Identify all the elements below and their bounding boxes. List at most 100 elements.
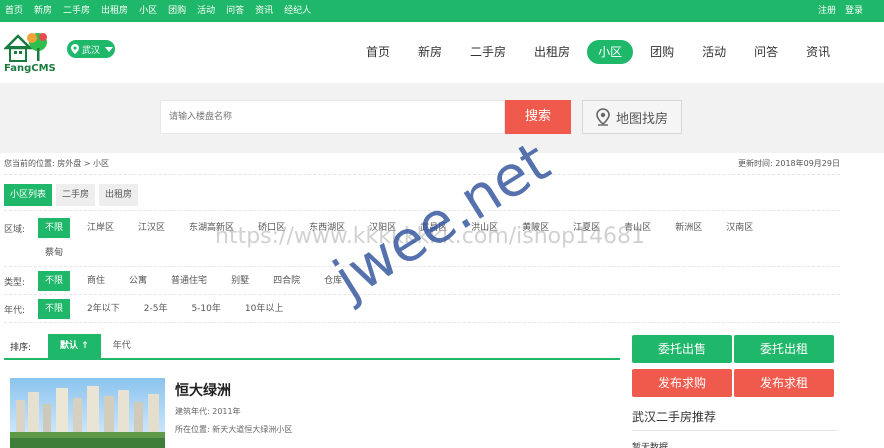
type-option[interactable]: 普通住宅 <box>164 271 214 291</box>
post-buy-request-button[interactable]: 发布求购 <box>632 369 732 397</box>
sort-bar: 排序: 默认 ↑ 年代 <box>4 334 620 360</box>
district-option[interactable]: 江岸区 <box>80 218 121 238</box>
breadcrumb: 您当前的位置: 房外盘 > 小区 <box>4 159 110 168</box>
top-link-qa[interactable]: 问答 <box>226 0 244 22</box>
site-header: FangCMS 武汉 首页 新房 二手房 出租房 小区 团购 活动 问答 资讯 <box>0 22 884 83</box>
tab-rental[interactable]: 出租房 <box>99 184 139 206</box>
district-option[interactable]: 青山区 <box>617 218 658 238</box>
chevron-down-icon <box>105 46 114 52</box>
community-photo-image <box>10 378 165 448</box>
community-built-year: 建筑年代: 2011年 <box>175 407 241 416</box>
type-option[interactable]: 别墅 <box>224 271 256 291</box>
recommend-empty: 暂无数据 <box>632 443 669 448</box>
login-link[interactable]: 登录 <box>845 0 863 22</box>
top-link-new-house[interactable]: 新房 <box>34 0 52 22</box>
tab-second-hand[interactable]: 二手房 <box>56 184 96 206</box>
top-link-agents[interactable]: 经纪人 <box>284 0 311 22</box>
tab-community-list[interactable]: 小区列表 <box>4 184 53 206</box>
listing-tabs: 小区列表 二手房 出租房 <box>4 184 139 206</box>
nav-rental[interactable]: 出租房 <box>523 40 581 64</box>
type-label: 类型: <box>4 277 26 288</box>
entrust-rent-button[interactable]: 委托出租 <box>734 335 834 363</box>
sort-default[interactable]: 默认 ↑ <box>48 334 101 359</box>
age-label: 年代: <box>4 305 26 316</box>
map-pin-icon <box>596 108 610 126</box>
house-tree-logo-icon <box>2 33 47 62</box>
nav-news[interactable]: 资讯 <box>795 40 841 64</box>
map-search-button[interactable]: 地图找房 <box>582 100 682 134</box>
age-option[interactable]: 2年以下 <box>80 299 127 319</box>
location-pin-icon <box>71 44 79 54</box>
recommend-title: 武汉二手房推荐 <box>632 408 838 431</box>
district-option[interactable]: 江夏区 <box>566 218 607 238</box>
community-title[interactable]: 恒大绿洲 <box>175 380 231 400</box>
post-rent-request-button[interactable]: 发布求租 <box>734 369 834 397</box>
sort-by-age[interactable]: 年代 <box>101 334 143 359</box>
breadcrumb-row: 您当前的位置: 房外盘 > 小区 更新时间: 2018年09月29日 <box>4 153 840 175</box>
nav-new-house[interactable]: 新房 <box>407 40 453 64</box>
top-link-community[interactable]: 小区 <box>139 0 157 22</box>
age-option[interactable]: 10年以上 <box>238 299 290 319</box>
community-location: 所在位置: 新天大道恒大绿洲小区 <box>175 425 293 434</box>
district-filter: 区域: 不限 江岸区 江汉区 东湖高新区 硚口区 东西湖区 汉阳区 武昌区 洪山… <box>4 218 770 238</box>
nav-home[interactable]: 首页 <box>355 40 401 64</box>
nav-group-buy[interactable]: 团购 <box>639 40 685 64</box>
logo-wordmark: FangCMS <box>4 63 56 74</box>
district-option[interactable]: 蔡甸 <box>38 243 70 263</box>
district-option[interactable]: 硚口区 <box>251 218 292 238</box>
type-option[interactable]: 公寓 <box>122 271 154 291</box>
district-filter-continued: 蔡甸 <box>4 243 80 263</box>
city-name: 武汉 <box>82 45 101 56</box>
nav-events[interactable]: 活动 <box>691 40 737 64</box>
district-option[interactable]: 武昌区 <box>413 218 454 238</box>
district-option[interactable]: 不限 <box>38 218 71 238</box>
divider <box>4 294 840 295</box>
nav-qa[interactable]: 问答 <box>743 40 789 64</box>
entrust-sale-button[interactable]: 委托出售 <box>632 335 732 363</box>
age-option[interactable]: 不限 <box>38 299 71 319</box>
divider <box>4 210 840 211</box>
search-band: 搜索 地图找房 <box>0 83 884 153</box>
age-filter: 年代: 不限 2年以下 2-5年 5-10年 10年以上 <box>4 299 300 319</box>
community-photo[interactable] <box>10 378 165 448</box>
nav-second-hand[interactable]: 二手房 <box>459 40 517 64</box>
nav-community[interactable]: 小区 <box>587 40 634 64</box>
community-listing[interactable]: 恒大绿洲 建筑年代: 2011年 所在位置: 新天大道恒大绿洲小区 <box>10 378 610 448</box>
top-link-second-hand[interactable]: 二手房 <box>63 0 90 22</box>
search-input[interactable] <box>160 100 505 134</box>
district-option[interactable]: 新洲区 <box>668 218 709 238</box>
top-utility-bar: 首页 新房 二手房 出租房 小区 团购 活动 问答 资讯 经纪人 注册 登录 <box>0 0 884 22</box>
update-time: 更新时间: 2018年09月29日 <box>738 159 840 168</box>
age-option[interactable]: 5-10年 <box>184 299 227 319</box>
district-option[interactable]: 东西湖区 <box>302 218 352 238</box>
top-link-rental[interactable]: 出租房 <box>101 0 128 22</box>
district-option[interactable]: 汉南区 <box>719 218 760 238</box>
top-link-news[interactable]: 资讯 <box>255 0 273 22</box>
type-option[interactable]: 不限 <box>38 271 71 291</box>
site-logo[interactable]: FangCMS <box>2 30 60 80</box>
age-option[interactable]: 2-5年 <box>137 299 175 319</box>
type-option[interactable]: 四合院 <box>266 271 307 291</box>
district-option[interactable]: 黄陂区 <box>515 218 556 238</box>
district-label: 区域: <box>4 224 26 235</box>
divider <box>4 322 840 323</box>
top-link-group-buy[interactable]: 团购 <box>168 0 186 22</box>
type-filter: 类型: 不限 商住 公寓 普通住宅 别墅 四合院 仓库 <box>4 271 359 291</box>
auth-links: 注册 登录 <box>809 0 863 22</box>
top-link-events[interactable]: 活动 <box>197 0 215 22</box>
city-selector[interactable]: 武汉 <box>67 40 115 58</box>
type-option[interactable]: 仓库 <box>317 271 349 291</box>
top-link-home[interactable]: 首页 <box>5 0 23 22</box>
main-nav: 首页 新房 二手房 出租房 小区 团购 活动 问答 资讯 <box>355 40 847 64</box>
sort-label: 排序: <box>10 343 32 353</box>
type-option[interactable]: 商住 <box>80 271 112 291</box>
map-search-label: 地图找房 <box>615 111 668 127</box>
divider <box>4 266 840 267</box>
district-option[interactable]: 东湖高新区 <box>182 218 241 238</box>
district-option[interactable]: 江汉区 <box>131 218 172 238</box>
district-option[interactable]: 汉阳区 <box>362 218 403 238</box>
search-button[interactable]: 搜索 <box>505 100 571 134</box>
top-links: 首页 新房 二手房 出租房 小区 团购 活动 问答 资讯 经纪人 <box>5 0 322 22</box>
district-option[interactable]: 洪山区 <box>464 218 505 238</box>
register-link[interactable]: 注册 <box>818 0 836 22</box>
